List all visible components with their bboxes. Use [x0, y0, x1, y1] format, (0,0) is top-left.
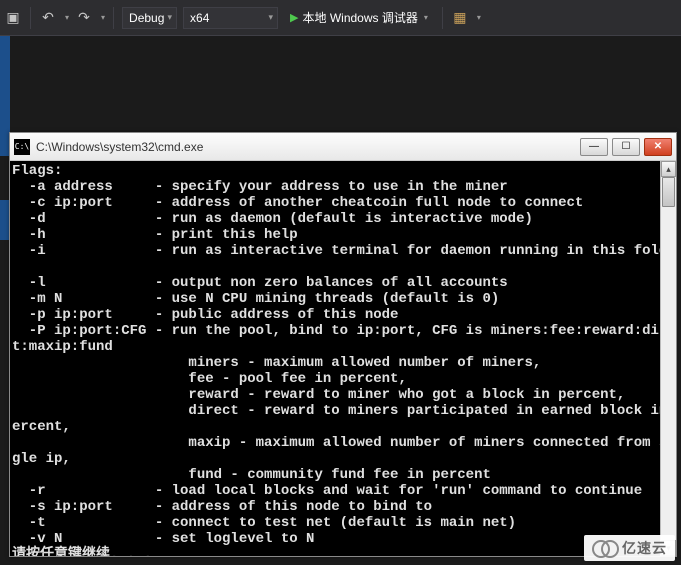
cmd-body: Flags: -a address - specify your address… — [10, 161, 676, 556]
cmd-output: Flags: -a address - specify your address… — [10, 161, 660, 556]
redo-icon[interactable]: ↷ — [75, 9, 93, 27]
scroll-track[interactable] — [661, 177, 676, 540]
watermark: 亿速云 — [584, 535, 675, 561]
watermark-text: 亿速云 — [622, 538, 667, 558]
close-button[interactable]: ✕ — [644, 138, 672, 156]
play-icon: ▶ — [290, 11, 298, 24]
separator — [442, 7, 443, 29]
scroll-up-arrow[interactable]: ▴ — [661, 161, 676, 177]
vertical-scrollbar[interactable]: ▴ ▾ — [660, 161, 676, 556]
chevron-down-icon: ▾ — [424, 13, 428, 22]
chevron-down-icon[interactable]: ▾ — [101, 13, 105, 22]
cmd-icon: C:\ — [14, 139, 30, 155]
minimize-button[interactable]: — — [580, 138, 608, 156]
cmd-window: C:\ C:\Windows\system32\cmd.exe — ☐ ✕ Fl… — [9, 132, 677, 557]
configuration-label: Debug — [129, 11, 164, 25]
configuration-dropdown[interactable]: Debug — [122, 7, 177, 29]
start-debugging-button[interactable]: ▶ 本地 Windows 调试器 ▾ — [284, 7, 434, 29]
vs-toolbar: ▣ ↶ ▾ ↷ ▾ Debug x64 ▶ 本地 Windows 调试器 ▾ ▦… — [0, 0, 681, 36]
scroll-thumb[interactable] — [662, 177, 675, 207]
toolbox-icon[interactable]: ▦ — [451, 9, 469, 27]
cmd-title-text: C:\Windows\system32\cmd.exe — [36, 140, 580, 154]
watermark-logo-icon — [592, 539, 618, 557]
window-controls: — ☐ ✕ — [580, 138, 672, 156]
maximize-button[interactable]: ☐ — [612, 138, 640, 156]
undo-icon[interactable]: ↶ — [39, 9, 57, 27]
cmd-titlebar[interactable]: C:\ C:\Windows\system32\cmd.exe — ☐ ✕ — [10, 133, 676, 161]
separator — [113, 7, 114, 29]
platform-label: x64 — [190, 11, 209, 25]
chevron-down-icon[interactable]: ▾ — [65, 13, 69, 22]
chevron-down-icon[interactable]: ▾ — [477, 13, 481, 22]
save-all-icon[interactable]: ▣ — [4, 9, 22, 27]
platform-dropdown[interactable]: x64 — [183, 7, 278, 29]
debugger-label: 本地 Windows 调试器 — [303, 9, 418, 26]
separator — [30, 7, 31, 29]
